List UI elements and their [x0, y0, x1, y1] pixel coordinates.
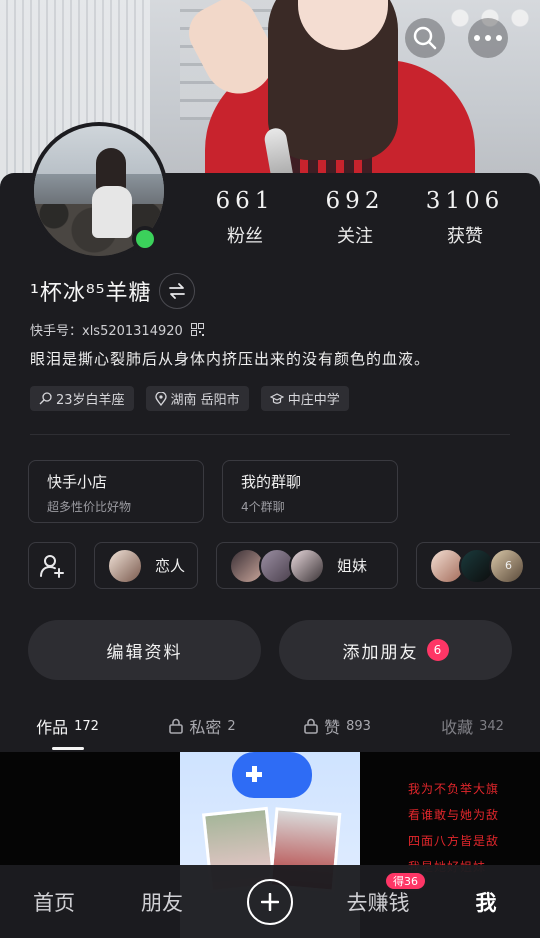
- nav-create[interactable]: [216, 878, 324, 925]
- name-row: ¹杯冰⁸⁵羊糖: [30, 273, 196, 309]
- card-subtitle: 4个群聊: [241, 500, 285, 514]
- tag-location[interactable]: 湖南 岳阳市: [145, 386, 249, 411]
- card-title: 快手小店: [47, 473, 108, 491]
- feature-cards: 快手小店 超多性价比好物 我的群聊 4个群聊: [28, 460, 398, 523]
- online-status-dot: [132, 226, 158, 252]
- nav-home[interactable]: 首页: [0, 887, 108, 917]
- avatar-figure-body: [92, 186, 132, 238]
- tab-works[interactable]: 作品 172: [0, 700, 135, 750]
- group-label: 恋人: [155, 557, 186, 575]
- add-friend-group-button[interactable]: [28, 542, 76, 589]
- group-count: 6: [505, 559, 512, 572]
- kuaishou-id: 快手号：xls5201314920: [30, 324, 183, 339]
- stat-label: 获赞: [447, 226, 483, 247]
- profile-name: ¹杯冰⁸⁵羊糖: [30, 281, 152, 306]
- more-icon: [474, 35, 502, 41]
- group-avatar: [107, 547, 143, 584]
- group-label: 姐妹: [337, 557, 368, 575]
- search-button[interactable]: [405, 18, 445, 58]
- tab-count: 2: [227, 718, 236, 734]
- gamepad-graphic: [232, 752, 312, 798]
- poem-line: 四面八方皆是敌: [408, 834, 500, 848]
- card-title: 我的群聊: [241, 473, 302, 491]
- qr-code-icon[interactable]: [190, 323, 204, 336]
- nav-earn[interactable]: 去赚钱 得36: [324, 870, 432, 917]
- group-lovers[interactable]: 恋人: [94, 542, 198, 589]
- lock-icon: [304, 718, 318, 734]
- stat-label: 粉丝: [227, 226, 263, 247]
- tab-count: 342: [479, 718, 504, 734]
- switch-account-button[interactable]: [159, 273, 196, 309]
- earn-badge: 得36: [384, 870, 427, 891]
- profile-bio: 眼泪是撕心裂肺后从身体内挤压出来的没有颜色的血液。: [30, 350, 431, 368]
- profile-stats: 661 粉丝 692 关注 3106 获赞: [190, 188, 520, 248]
- card-subtitle: 超多性价比好物: [47, 500, 132, 514]
- group-more[interactable]: 6: [416, 542, 540, 589]
- stat-value: 692: [325, 188, 385, 214]
- tag-age[interactable]: 23岁白羊座: [30, 386, 134, 411]
- stat-value: 3106: [425, 188, 505, 214]
- search-icon: [413, 26, 437, 50]
- tag-text: 中庄中学: [287, 393, 340, 408]
- plus-icon: [261, 892, 279, 911]
- tag-text: 湖南 岳阳市: [170, 393, 240, 408]
- tab-favorites[interactable]: 收藏 342: [405, 700, 540, 750]
- group-avatar: [289, 547, 325, 584]
- add-friend-button[interactable]: 添加朋友 6: [279, 620, 512, 680]
- stat-followers[interactable]: 661 粉丝: [190, 188, 300, 248]
- tag-text: 23岁白羊座: [56, 393, 125, 408]
- profile-tags: 23岁白羊座 湖南 岳阳市 中庄中学: [30, 386, 349, 411]
- tab-label: 收藏: [441, 718, 474, 737]
- relationship-groups: 恋人 姐妹 6: [28, 542, 540, 589]
- tab-count: 172: [74, 718, 99, 734]
- tab-label: 作品: [36, 718, 69, 737]
- nav-friends[interactable]: 朋友: [108, 887, 216, 917]
- stat-value: 661: [215, 188, 275, 214]
- location-icon: [154, 391, 167, 406]
- divider: [30, 434, 510, 435]
- lock-icon: [169, 718, 184, 734]
- school-icon: [269, 392, 284, 404]
- profile-actions: 编辑资料 添加朋友 6: [28, 620, 512, 680]
- swap-icon: [169, 283, 186, 299]
- kuaishou-id-row[interactable]: 快手号：xls5201314920: [30, 320, 204, 339]
- tag-school[interactable]: 中庄中学: [260, 386, 349, 411]
- poem-line: 我为不负举大旗: [408, 782, 500, 796]
- group-sisters[interactable]: 姐妹: [216, 542, 398, 589]
- age-icon: [39, 392, 52, 405]
- tab-likes[interactable]: 赞 893: [270, 700, 405, 750]
- edit-profile-button[interactable]: 编辑资料: [28, 620, 261, 680]
- stat-following[interactable]: 692 关注: [300, 188, 410, 248]
- add-friend-badge: 6: [426, 639, 449, 661]
- edit-profile-label: 编辑资料: [106, 642, 183, 663]
- content-tabs: 作品 172 私密 2 赞 893 收藏 342: [0, 700, 540, 750]
- group-chat-card[interactable]: 我的群聊 4个群聊: [222, 460, 398, 523]
- tab-count: 893: [346, 718, 371, 734]
- tab-label: 赞: [324, 718, 341, 737]
- bottom-nav: 首页 朋友 去赚钱 得36 我: [0, 865, 540, 938]
- poem-line: 看谁敢与她为敌: [408, 808, 500, 822]
- kuaishou-shop-card[interactable]: 快手小店 超多性价比好物: [28, 460, 204, 523]
- stat-likes[interactable]: 3106 获赞: [410, 188, 520, 248]
- plus-button[interactable]: [247, 878, 293, 925]
- nav-me[interactable]: 我: [432, 887, 540, 917]
- more-button[interactable]: [468, 18, 508, 58]
- stat-label: 关注: [337, 226, 373, 247]
- tab-label: 私密: [189, 718, 222, 737]
- nav-earn-label: 去赚钱: [346, 890, 410, 915]
- add-friend-label: 添加朋友: [342, 642, 419, 663]
- tab-private[interactable]: 私密 2: [135, 700, 270, 750]
- add-user-icon: [40, 554, 64, 578]
